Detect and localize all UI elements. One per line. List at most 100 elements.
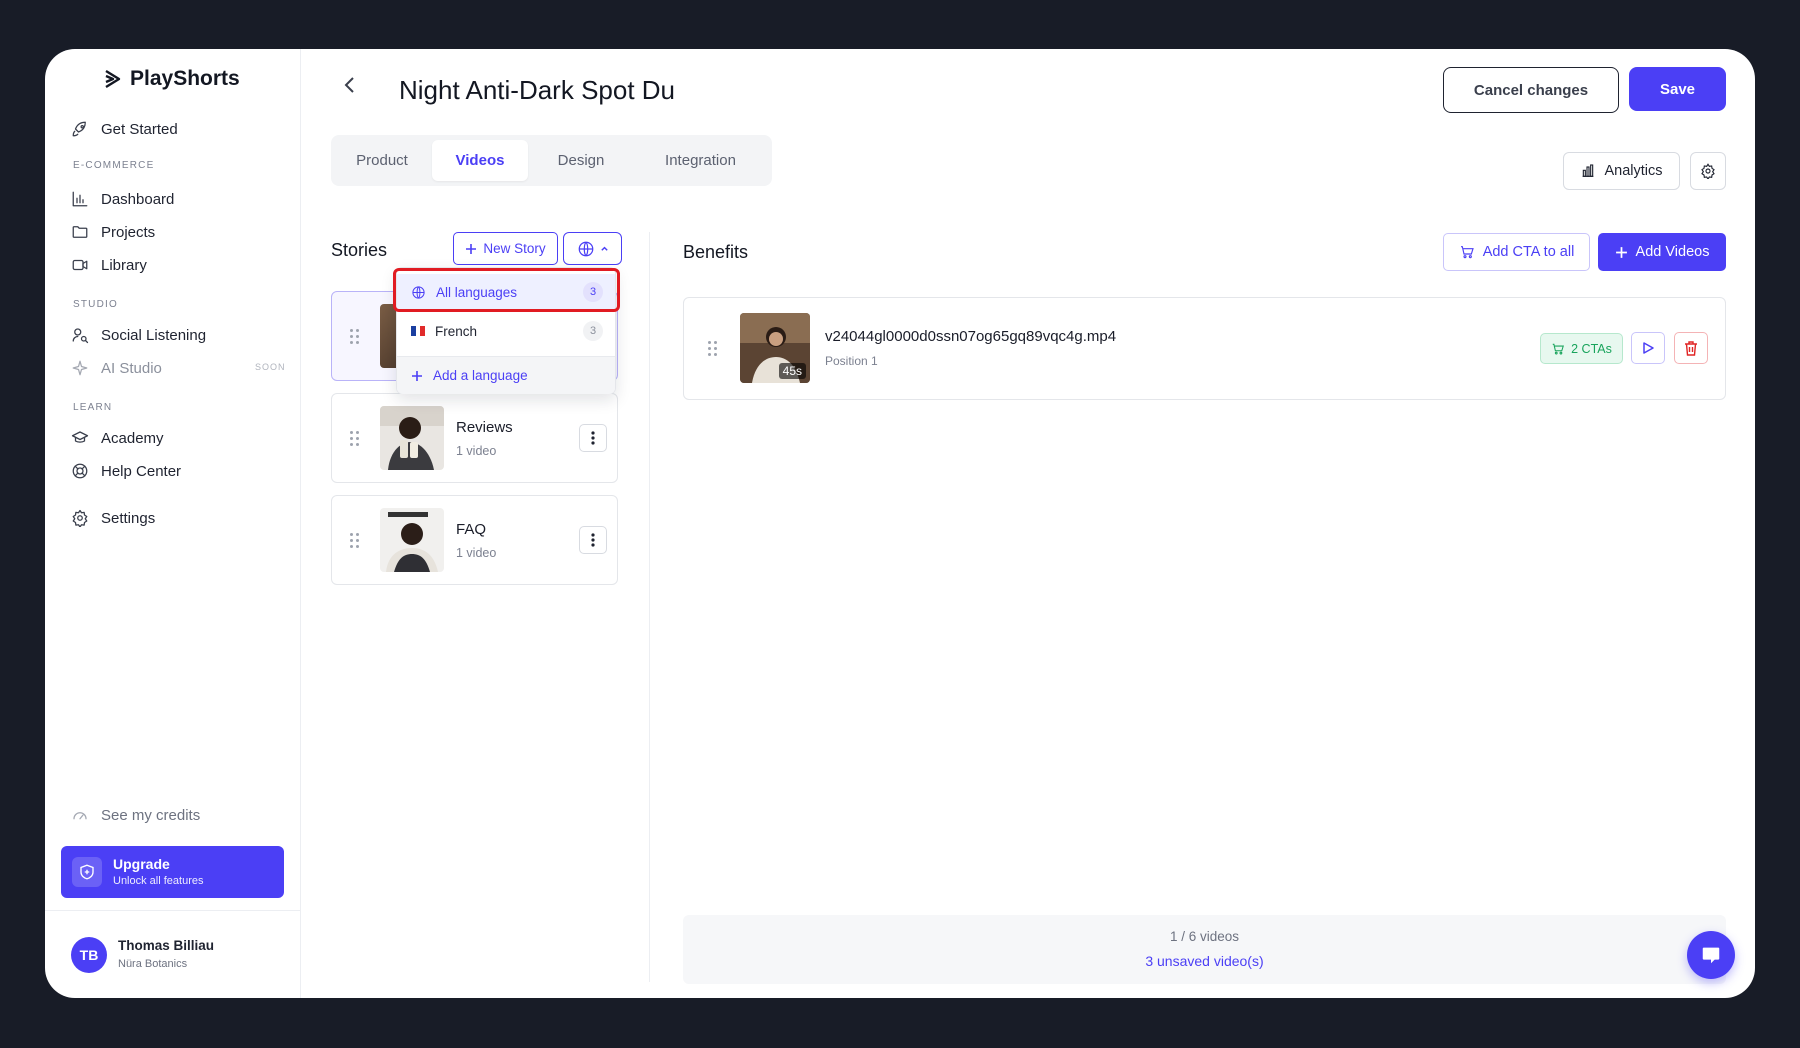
video-duration: 45s (778, 363, 806, 379)
story-video-count: 1 video (456, 546, 497, 560)
add-videos-label: Add Videos (1635, 244, 1710, 260)
video-summary-bar: 1 / 6 videos 3 unsaved video(s) (683, 915, 1726, 984)
sidebar-item-label: See my credits (101, 806, 201, 824)
sparkle-icon (72, 360, 88, 376)
bar-chart-icon (72, 191, 88, 207)
sidebar-item-library[interactable]: Library (71, 253, 147, 277)
story-thumbnail (380, 508, 444, 572)
story-card[interactable]: FAQ 1 video (331, 495, 618, 585)
language-selector-button[interactable] (563, 232, 622, 265)
graduation-cap-icon (71, 431, 89, 443)
tab-integration[interactable]: Integration (634, 140, 767, 181)
new-story-button[interactable]: New Story (453, 232, 558, 265)
app-window: PlayShorts Get Started E-COMMERCE Dashbo… (45, 49, 1755, 998)
chevron-up-icon (600, 246, 608, 251)
sidebar: PlayShorts Get Started E-COMMERCE Dashbo… (45, 49, 301, 998)
video-row[interactable]: 45s v24044gl0000d0ssn07og65gq89vqc4g.mp4… (683, 297, 1726, 400)
plus-icon (412, 370, 422, 381)
add-cta-to-all-button[interactable]: Add CTA to all (1443, 233, 1590, 271)
story-name: Reviews (456, 419, 513, 436)
sidebar-item-projects[interactable]: Projects (71, 220, 155, 244)
analytics-button[interactable]: Analytics (1563, 152, 1680, 190)
language-option-french[interactable]: French 3 (397, 313, 615, 349)
soon-badge: SOON (255, 362, 286, 372)
cta-count-label: 2 CTAs (1571, 341, 1612, 356)
upgrade-subtitle: Unlock all features (113, 875, 204, 887)
add-language-label: Add a language (433, 368, 528, 383)
globe-icon (578, 241, 593, 256)
sidebar-item-help-center[interactable]: Help Center (71, 459, 181, 483)
add-language-button[interactable]: Add a language (397, 356, 615, 394)
video-position: Position 1 (825, 354, 878, 368)
column-divider (649, 232, 650, 982)
sidebar-item-label: Help Center (101, 462, 182, 480)
delete-video-button[interactable] (1674, 332, 1708, 364)
brand-logo[interactable]: PlayShorts (104, 67, 240, 91)
story-menu-button[interactable] (579, 424, 607, 452)
user-name: Thomas Billiau (118, 938, 215, 953)
sidebar-item-get-started[interactable]: Get Started (71, 117, 178, 141)
avatar[interactable]: TB (71, 937, 107, 973)
video-thumbnail[interactable]: 45s (740, 313, 810, 383)
chat-bubble-icon (1702, 947, 1720, 964)
cart-icon (1460, 246, 1474, 259)
story-thumbnail (380, 406, 444, 470)
video-filename: v24044gl0000d0ssn07og65gq89vqc4g.mp4 (825, 328, 1117, 345)
brand-name: PlayShorts (130, 67, 240, 90)
sidebar-item-label: AI Studio (101, 359, 162, 377)
gauge-icon (73, 812, 87, 820)
user-organization: Nüra Botanics (118, 958, 188, 970)
plus-icon (1615, 246, 1627, 258)
language-count-badge: 3 (583, 321, 603, 341)
sidebar-item-label: Dashboard (101, 190, 175, 208)
tab-product[interactable]: Product (336, 140, 428, 181)
sidebar-item-ai-studio[interactable]: AI Studio (71, 356, 162, 380)
chat-support-button[interactable] (1687, 931, 1735, 979)
story-card[interactable]: Reviews 1 video (331, 393, 618, 483)
divider (45, 910, 301, 911)
tab-design[interactable]: Design (531, 140, 631, 181)
language-option-label: French (435, 323, 478, 339)
sidebar-item-label: Social Listening (101, 326, 207, 344)
sidebar-item-label: Projects (101, 223, 156, 241)
story-menu-button[interactable] (579, 526, 607, 554)
video-camera-icon (72, 259, 88, 271)
story-name: FAQ (456, 521, 487, 538)
video-count: 1 / 6 videos (1169, 929, 1240, 944)
upgrade-button[interactable]: Upgrade Unlock all features (61, 846, 284, 898)
play-video-button[interactable] (1631, 332, 1665, 364)
section-label-ecommerce: E-COMMERCE (73, 160, 155, 171)
page-title: Night Anti-Dark Spot Du (399, 75, 676, 105)
tab-videos[interactable]: Videos (432, 140, 528, 181)
drag-handle-icon[interactable] (350, 329, 360, 345)
french-flag-icon (411, 326, 426, 336)
drag-handle-icon[interactable] (350, 533, 360, 549)
sidebar-item-label: Library (101, 256, 147, 274)
stories-heading: Stories (331, 240, 388, 260)
sidebar-item-dashboard[interactable]: Dashboard (71, 187, 174, 211)
sidebar-item-social-listening[interactable]: Social Listening (71, 323, 206, 347)
settings-button[interactable] (1690, 152, 1726, 190)
drag-handle-icon[interactable] (350, 431, 360, 447)
sidebar-item-academy[interactable]: Academy (71, 426, 164, 450)
bar-chart-icon (1583, 164, 1594, 177)
folder-icon (72, 226, 88, 238)
sidebar-item-label: Settings (101, 509, 156, 527)
more-vertical-icon (591, 533, 595, 547)
cancel-changes-button[interactable]: Cancel changes (1443, 67, 1619, 113)
unsaved-videos-link[interactable]: 3 unsaved video(s) (683, 953, 1726, 969)
drag-handle-icon[interactable] (708, 341, 718, 357)
new-story-label: New Story (483, 241, 546, 256)
play-icon (1643, 342, 1654, 354)
trash-icon (1685, 340, 1697, 356)
tab-bar: Product Videos Design Integration (331, 135, 772, 186)
playshorts-logo-icon (105, 69, 121, 89)
cta-count-button[interactable]: 2 CTAs (1540, 333, 1623, 364)
sidebar-item-settings[interactable]: Settings (71, 506, 155, 530)
save-button[interactable]: Save (1629, 67, 1726, 111)
add-videos-button[interactable]: Add Videos (1598, 233, 1726, 271)
more-vertical-icon (591, 431, 595, 445)
sidebar-item-label: Get Started (101, 120, 178, 138)
back-button[interactable] (338, 73, 362, 97)
sidebar-item-credits[interactable]: See my credits (71, 803, 200, 827)
